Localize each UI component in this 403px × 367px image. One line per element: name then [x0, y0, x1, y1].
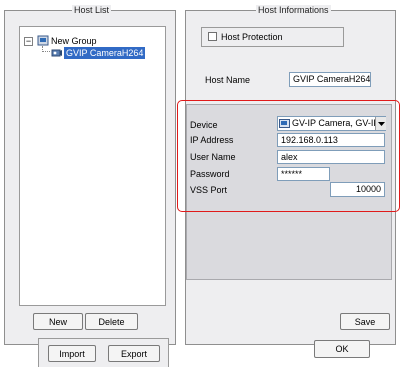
tree-connector	[42, 46, 50, 52]
host-name-field[interactable]: GVIP CameraH264	[289, 72, 371, 87]
tree-expander[interactable]: −	[24, 37, 33, 46]
host-name-label: Host Name	[205, 75, 251, 85]
ip-address-field[interactable]: 192.168.0.113	[277, 133, 385, 147]
vss-port-label: VSS Port	[190, 185, 228, 195]
save-button[interactable]: Save	[340, 313, 390, 330]
host-protection-label: Host Protection	[221, 32, 283, 42]
user-name-label: User Name	[190, 152, 236, 162]
export-button[interactable]: Export	[108, 345, 160, 362]
host-list-legend: Host List	[72, 5, 112, 16]
group-icon	[37, 35, 49, 46]
device-value: GV-IP Camera, GV-IP Sp	[292, 118, 386, 128]
new-button[interactable]: New	[33, 313, 83, 330]
host-tree[interactable]: − New Group GVIP CameraH264	[19, 26, 166, 306]
user-name-field[interactable]: alex	[277, 150, 385, 164]
ip-address-label: IP Address	[190, 135, 234, 145]
password-label: Password	[190, 169, 230, 179]
camera-icon	[51, 47, 63, 58]
delete-button[interactable]: Delete	[85, 313, 138, 330]
import-button[interactable]: Import	[48, 345, 96, 362]
chevron-down-icon[interactable]	[375, 117, 386, 130]
tree-item-new-group[interactable]: New Group	[51, 35, 97, 47]
vss-port-field[interactable]: 10000	[330, 182, 385, 197]
host-protection-checkbox[interactable]	[208, 32, 217, 41]
host-info-legend: Host Informations	[256, 5, 331, 16]
device-icon	[279, 118, 290, 129]
tree-item-camera[interactable]: GVIP CameraH264	[64, 47, 146, 59]
device-select[interactable]: GV-IP Camera, GV-IP Sp	[277, 116, 386, 131]
password-field[interactable]: ******	[277, 167, 330, 181]
device-label: Device	[190, 120, 218, 130]
ok-button[interactable]: OK	[314, 340, 370, 358]
